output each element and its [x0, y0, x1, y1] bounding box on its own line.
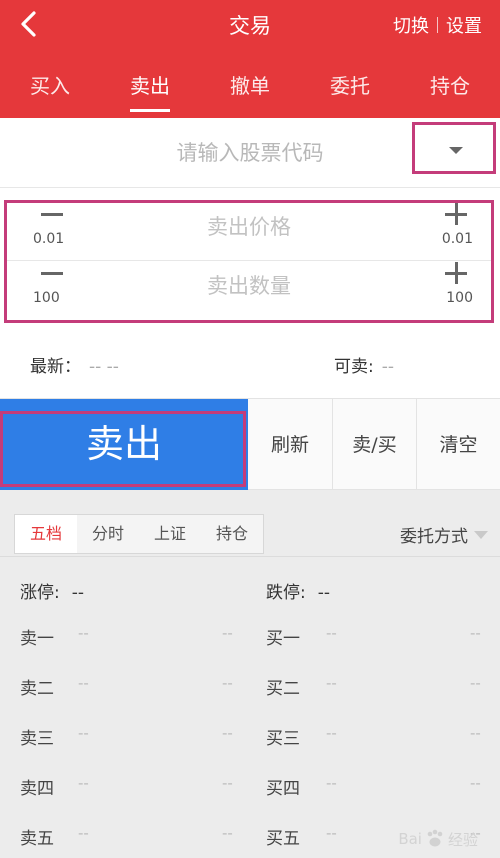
bid-price: --	[326, 824, 337, 842]
market-tabs: 五档 分时 上证 持仓	[14, 514, 264, 554]
ask-level-label: 卖五	[20, 829, 54, 849]
price-minus-step: 0.01	[33, 231, 65, 247]
tab-sell[interactable]: 卖出	[100, 64, 200, 112]
stock-code-row: 请输入股票代码	[0, 118, 500, 188]
sell-highlight	[0, 411, 246, 487]
latest-value: -- --	[89, 357, 119, 377]
header-divider	[437, 17, 438, 33]
paw-icon	[427, 829, 443, 847]
bid-price: --	[326, 724, 337, 742]
tab-buy[interactable]: 买入	[0, 64, 100, 110]
order-book: 卖一 -- -- 买一 -- -- 卖二 -- -- 买二 -- -- 卖三 -…	[0, 610, 500, 858]
order-book-row: 卖四 -- -- 买四 -- --	[0, 760, 500, 810]
stock-dropdown-button[interactable]	[412, 122, 496, 174]
quote-info-row: 最新： -- -- 可卖: --	[0, 330, 500, 398]
bid-level-label: 买一	[266, 629, 300, 649]
ask-price: --	[78, 774, 89, 792]
ask-level-label: 卖一	[20, 629, 54, 649]
ask-volume: --	[222, 824, 233, 842]
refresh-button[interactable]: 刷新	[248, 399, 332, 491]
price-plus-step: 0.01	[441, 231, 473, 247]
action-row: 卖出 刷新 卖/买 清空	[0, 398, 500, 491]
order-inputs: 0.01 卖出价格 0.01 100 卖出数量 100	[4, 200, 494, 323]
caret-down-icon	[474, 530, 488, 539]
latest-price: 最新： -- --	[30, 352, 119, 377]
quantity-input[interactable]: 卖出数量	[127, 262, 371, 320]
ask-volume: --	[222, 674, 233, 692]
quantity-increment-button[interactable]: 100	[419, 262, 479, 316]
bid-volume: --	[470, 674, 481, 692]
ask-level-label: 卖四	[20, 779, 54, 799]
market-panel: 五档 分时 上证 持仓 委托方式 涨停: -- 跌停: -- 卖一 -- -- 买一…	[0, 490, 500, 858]
ask-price: --	[78, 824, 89, 842]
order-book-row: 卖二 -- -- 买二 -- --	[0, 660, 500, 710]
bid-volume: --	[470, 774, 481, 792]
ask-volume: --	[222, 724, 233, 742]
tab-cancel[interactable]: 撤单	[200, 64, 300, 110]
minus-icon	[41, 272, 63, 275]
minus-icon	[41, 213, 63, 216]
divider	[0, 556, 500, 557]
trade-tabs: 买入 卖出 撤单 委托 持仓	[0, 64, 500, 112]
order-book-row: 卖三 -- -- 买三 -- --	[0, 710, 500, 760]
bid-volume: --	[470, 624, 481, 642]
ask-level-label: 卖三	[20, 729, 54, 749]
price-increment-button[interactable]: 0.01	[419, 203, 479, 257]
ask-volume: --	[222, 624, 233, 642]
ask-price: --	[78, 624, 89, 642]
sellable-value: --	[381, 357, 395, 377]
ask-price: --	[78, 674, 89, 692]
limit-up-value: --	[71, 583, 85, 603]
sell-buy-toggle-button[interactable]: 卖/买	[332, 399, 416, 491]
sellable-label: 可卖:	[334, 357, 374, 377]
bid-price: --	[326, 774, 337, 792]
order-type-select[interactable]: 委托方式	[400, 522, 488, 547]
settings-button[interactable]: 设置	[446, 12, 482, 38]
ask-price: --	[78, 724, 89, 742]
tab-intraday[interactable]: 分时	[77, 515, 139, 553]
order-book-row: 卖一 -- -- 买一 -- --	[0, 610, 500, 660]
app-header: 交易 切换 设置 买入 卖出 撤单 委托 持仓	[0, 0, 500, 118]
price-limits: 涨停: -- 跌停: --	[0, 574, 500, 604]
price-decrement-button[interactable]: 0.01	[29, 207, 79, 257]
limit-down: 跌停: --	[266, 578, 330, 603]
quantity-minus-step: 100	[33, 290, 60, 306]
watermark: Bai 经验	[398, 828, 478, 850]
bid-volume: --	[470, 724, 481, 742]
sellable-amount: 可卖: --	[334, 352, 394, 377]
price-input[interactable]: 卖出价格	[127, 203, 371, 261]
bid-price: --	[326, 624, 337, 642]
latest-label: 最新：	[30, 357, 81, 377]
watermark-text-right: 经验	[447, 830, 478, 849]
tab-shanghai-index[interactable]: 上证	[139, 515, 201, 553]
price-stepper: 0.01 卖出价格 0.01	[7, 203, 491, 261]
quantity-stepper: 100 卖出数量 100	[7, 262, 491, 320]
bid-level-label: 买二	[266, 679, 300, 699]
header-actions: 切换 设置	[393, 12, 482, 38]
limit-down-value: --	[317, 583, 331, 603]
clear-button[interactable]: 清空	[416, 399, 500, 491]
quantity-decrement-button[interactable]: 100	[29, 266, 79, 316]
limit-up-label: 涨停:	[20, 583, 60, 603]
tab-holdings[interactable]: 持仓	[201, 515, 263, 553]
ask-level-label: 卖二	[20, 679, 54, 699]
order-type-label: 委托方式	[400, 527, 468, 547]
bid-level-label: 买三	[266, 729, 300, 749]
caret-down-icon	[449, 147, 463, 154]
tab-positions[interactable]: 持仓	[400, 64, 500, 110]
bid-price: --	[326, 674, 337, 692]
limit-up: 涨停: --	[20, 578, 84, 603]
ask-volume: --	[222, 774, 233, 792]
tab-orders[interactable]: 委托	[300, 64, 400, 110]
limit-down-label: 跌停:	[266, 583, 306, 603]
bid-level-label: 买五	[266, 829, 300, 849]
tab-five-levels[interactable]: 五档	[15, 515, 77, 553]
switch-button[interactable]: 切换	[393, 12, 429, 38]
quantity-plus-step: 100	[446, 290, 473, 306]
bid-level-label: 买四	[266, 779, 300, 799]
watermark-text-left: Bai	[398, 830, 422, 848]
